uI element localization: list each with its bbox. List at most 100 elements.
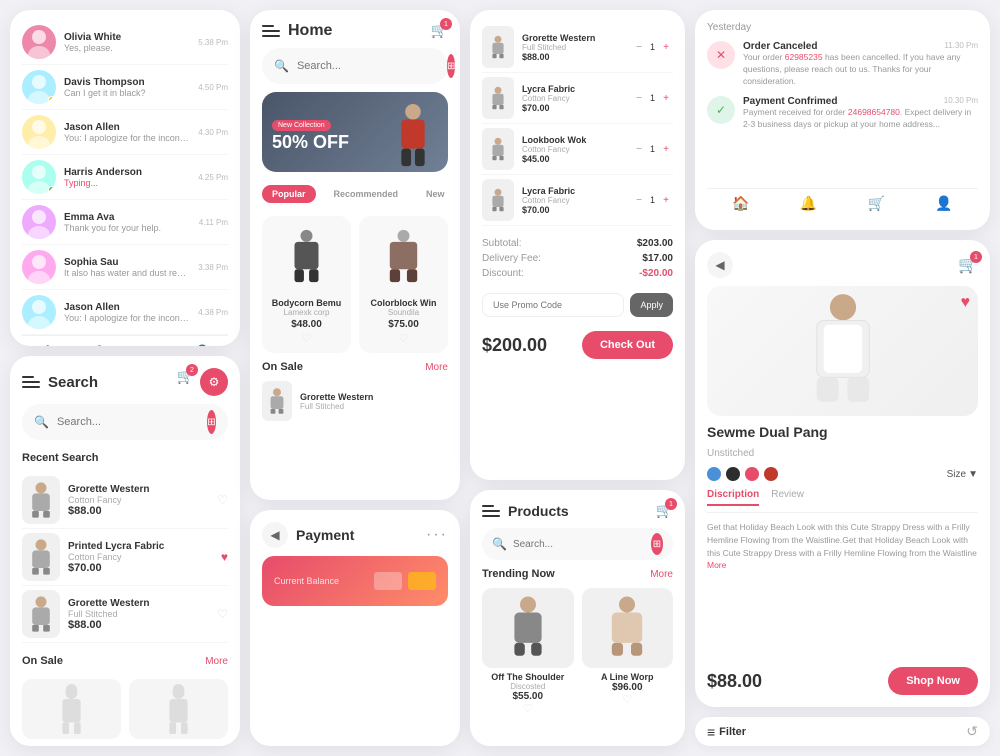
prod-heart-1[interactable]: ♡ [270,332,343,345]
home-filter-btn[interactable]: ⊞ [447,54,455,78]
qty-plus-3[interactable]: + [659,193,673,207]
promo-input[interactable] [482,293,624,317]
home-search-icon: 🔍 [274,59,289,73]
apply-btn[interactable]: Apply [630,293,673,317]
qty-plus-1[interactable]: + [659,91,673,105]
msg-item-1[interactable]: Davis Thompson Can I get it in black? 4.… [22,65,228,110]
user-nav-icon[interactable]: 👤 [194,344,211,346]
products-search-icon: 🔍 [492,537,507,551]
products-search-input[interactable] [513,539,645,550]
filter-btn-small[interactable]: ⊞ [207,410,216,434]
msg-name-6: Jason Allen [64,302,190,313]
detail-back-btn[interactable]: ◀ [707,252,733,278]
home-search-bar[interactable]: 🔍 ⊞ [262,48,448,84]
notif-cart-icon[interactable]: 🛒 [868,195,885,212]
recent-item-0[interactable]: Grorette Western Cotton Fancy $88.00 ♡ [22,472,228,529]
filter-row: ≡ Filter ↺ [695,717,990,746]
filter-icon-btn[interactable]: ⚙ [200,368,228,396]
recent-heart-0[interactable]: ♡ [217,493,228,507]
msg-text-0: Yes, please. [64,43,190,53]
sale-item-1[interactable] [22,679,121,739]
home-hamburger[interactable] [262,25,280,37]
msg-name-5: Sophia Sau [64,257,190,268]
detail-more-link[interactable]: More [707,560,726,570]
trending-more[interactable]: More [650,569,673,580]
recent-heart-2[interactable]: ♡ [217,607,228,621]
filter-button[interactable]: ≡ Filter [707,724,746,740]
home-tab-2[interactable]: New [416,185,455,203]
delivery-val: $17.00 [642,253,673,264]
home-products-grid: Bodycorn Bemu Lamexk corp $48.00 ♡ Color… [262,216,448,353]
hamburger-icon[interactable] [22,376,40,388]
qty-minus-3[interactable]: − [632,193,646,207]
cart-item-2: Lookbook Wok Cotton Fancy $45.00 − 1 + [482,124,673,175]
notif-bell-icon[interactable]: 🔔 [800,195,817,212]
cart-badge[interactable]: 🛒 2 [177,368,194,396]
msg-item-5[interactable]: Sophia Sau It also has water and dust re… [22,245,228,290]
color-darkred[interactable] [764,467,778,481]
payment-back-btn[interactable]: ◀ [262,522,288,548]
recent-price-0: $88.00 [68,505,209,517]
products-hamburger[interactable] [482,505,500,517]
recent-heart-1[interactable]: ♥ [221,550,228,564]
trend-heart-1[interactable]: ♡ [482,702,574,715]
checkout-btn[interactable]: Check Out [582,331,673,359]
msg-item-0[interactable]: Olivia White Yes, please. 5.38 Pm [22,20,228,65]
home-search-input[interactable] [297,60,439,72]
color-blue[interactable] [707,467,721,481]
qty-minus-2[interactable]: − [632,142,646,156]
prod-card-2[interactable]: Colorblock Win Soundila $75.00 ♡ [359,216,448,353]
messages-card: Olivia White Yes, please. 5.38 Pm Davis … [10,10,240,346]
notif-item-cancel: ✕ Order Canceled 11.30 Pm Your order 629… [707,41,978,88]
color-black[interactable] [726,467,740,481]
trend-item-1[interactable]: Off The Shoulder Discosted $55.00 ♡ [482,588,574,715]
msg-content-1: Davis Thompson Can I get it in black? [64,77,190,98]
cart-item-3: Lycra Fabric Cotton Fancy $70.00 − 1 + [482,175,673,226]
qty-plus-2[interactable]: + [659,142,673,156]
products-cart-badge[interactable]: 🛒 1 [656,502,673,520]
recent-item-2[interactable]: Grorette Western Full Stitched $88.00 ♡ [22,586,228,643]
msg-item-4[interactable]: Emma Ava Thank you for your help. 4.11 P… [22,200,228,245]
size-selector[interactable]: Size ▼ [947,469,978,480]
detail-heart-icon[interactable]: ♥ [961,294,971,312]
cart-name-3: Lycra Fabric [522,186,624,196]
notif-confirm-text: Payment received for order 24698654780. … [743,107,978,131]
trend-item-2[interactable]: A Line Worp $96.00 ♡ [582,588,674,715]
prod-card-1[interactable]: Bodycorn Bemu Lamexk corp $48.00 ♡ [262,216,351,353]
recent-item-1[interactable]: Printed Lycra Fabric Cotton Fancy $70.00… [22,529,228,586]
home-cart-badge[interactable]: 🛒 1 [431,22,448,40]
payment-more-icon[interactable]: ··· [426,526,448,544]
mail-nav-icon[interactable]: ✉️ [142,344,159,346]
trend-heart-2[interactable]: ♡ [582,693,674,706]
sale-more-link[interactable]: More [425,362,448,373]
home-tab-0[interactable]: Popular [262,185,316,203]
products-search[interactable]: 🔍 ⊞ [482,528,673,560]
sale-item-2[interactable] [129,679,228,739]
home-nav-icon[interactable]: 🏠 [39,344,56,346]
prod-heart-2[interactable]: ♡ [367,332,440,345]
msg-text-4: Thank you for your help. [64,223,191,233]
qty-minus-1[interactable]: − [632,91,646,105]
cart-price-1: $70.00 [522,103,624,113]
detail-cart-badge[interactable]: 🛒 1 [958,255,978,275]
subtotal-val: $203.00 [637,238,673,249]
msg-item-3[interactable]: Harris Anderson Typing... 4.25 Pm [22,155,228,200]
home-tab-1[interactable]: Recommended [324,185,409,203]
qty-minus-0[interactable]: − [632,40,646,54]
tab-description[interactable]: Discription [707,489,759,506]
bell-nav-icon[interactable]: 🔔 [91,344,108,346]
color-red[interactable] [745,467,759,481]
qty-plus-0[interactable]: + [659,40,673,54]
notif-user-icon[interactable]: 👤 [935,195,952,212]
refresh-icon[interactable]: ↺ [966,723,978,740]
on-sale-more[interactable]: More [205,656,228,667]
products-filter-btn[interactable]: ⊞ [651,533,663,555]
msg-item-2[interactable]: Jason Allen You: I apologize for the inc… [22,110,228,155]
cart-items-list: Grorette Western Full Stitched $88.00 − … [482,22,673,226]
msg-item-6[interactable]: Jason Allen You: I apologize for the inc… [22,290,228,335]
shop-now-btn[interactable]: Shop Now [888,667,978,695]
notif-home-icon[interactable]: 🏠 [732,195,749,212]
tab-review[interactable]: Review [771,489,804,506]
search-input[interactable] [57,416,199,428]
search-bar[interactable]: 🔍 ⊞ [22,404,228,440]
